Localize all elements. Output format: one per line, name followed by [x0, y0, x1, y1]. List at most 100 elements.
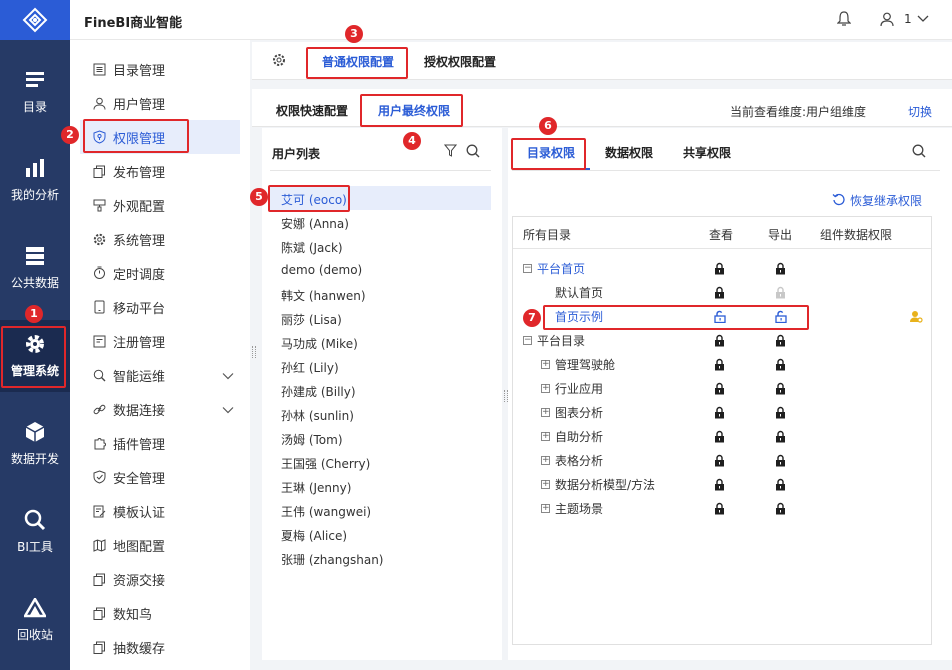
user-item[interactable]: 夏梅 (Alice)	[281, 527, 347, 544]
sidebar-item-schedule[interactable]: 定时调度	[80, 256, 240, 290]
user-item[interactable]: 孙红 (Lily)	[281, 359, 339, 376]
expand-icon[interactable]: +	[541, 384, 550, 393]
user-item[interactable]: 王伟 (wangwei)	[281, 503, 371, 520]
tab-share-permission[interactable]: 共享权限	[683, 144, 731, 161]
catalog-name[interactable]: 平台首页	[537, 257, 585, 281]
collapse-icon[interactable]: −	[523, 264, 532, 273]
tab-quick-config[interactable]: 权限快速配置	[276, 102, 348, 119]
view-lock-closed-icon[interactable]	[714, 478, 725, 494]
table-row[interactable]: + 主题场景	[513, 497, 931, 521]
expand-icon[interactable]: +	[541, 504, 550, 513]
export-lock-closed-icon[interactable]	[775, 406, 786, 422]
sidebar-item-publish-mgmt[interactable]: 发布管理	[80, 154, 240, 188]
user-item[interactable]: 陈斌 (Jack)	[281, 239, 343, 256]
view-lock-closed-icon[interactable]	[714, 286, 725, 302]
view-lock-closed-icon[interactable]	[714, 262, 725, 278]
sidebar-item-smart-ops[interactable]: 智能运维	[80, 358, 240, 392]
nav-item-public-data[interactable]: 公共数据	[0, 232, 70, 304]
nav-item-bi-tools[interactable]: BI工具	[0, 496, 70, 568]
switch-link[interactable]: 切换	[908, 103, 932, 120]
collapse-icon[interactable]: −	[523, 336, 532, 345]
search-icon[interactable]	[466, 144, 480, 161]
settings-gear-icon[interactable]	[272, 53, 286, 70]
sidebar-item-map-config[interactable]: 地图配置	[80, 528, 240, 562]
export-lock-closed-icon[interactable]	[775, 262, 786, 278]
catalog-name[interactable]: 图表分析	[555, 401, 603, 425]
view-lock-closed-icon[interactable]	[714, 502, 725, 518]
user-item[interactable]: 孙林 (sunlin)	[281, 407, 354, 424]
app-logo-icon[interactable]	[0, 0, 70, 40]
user-item[interactable]: 汤姆 (Tom)	[281, 431, 343, 448]
expand-icon[interactable]: +	[541, 408, 550, 417]
chevron-down-icon[interactable]	[222, 403, 234, 418]
nav-item-data-dev[interactable]: 数据开发	[0, 408, 70, 480]
nav-item-my-analysis[interactable]: 我的分析	[0, 144, 70, 216]
sidebar-item-template-cert[interactable]: 模板认证	[80, 494, 240, 528]
sidebar-item-extract-cache[interactable]: 抽数缓存	[80, 630, 240, 664]
user-item[interactable]: 安娜 (Anna)	[281, 215, 349, 232]
resize-handle[interactable]	[252, 346, 256, 358]
export-lock-closed-icon[interactable]	[775, 478, 786, 494]
user-name[interactable]: 1	[904, 12, 912, 26]
nav-item-catalog[interactable]: 目录	[0, 56, 70, 128]
view-lock-closed-icon[interactable]	[714, 406, 725, 422]
restore-inherit-button[interactable]: 恢复继承权限	[850, 192, 922, 209]
catalog-name[interactable]: 平台目录	[537, 329, 585, 353]
user-item[interactable]: 王国强 (Cherry)	[281, 455, 370, 472]
user-item[interactable]: 马功成 (Mike)	[281, 335, 358, 352]
view-lock-closed-icon[interactable]	[714, 454, 725, 470]
sidebar-item-register[interactable]: 注册管理	[80, 324, 240, 358]
sidebar-item-resource-handover[interactable]: 资源交接	[80, 562, 240, 596]
catalog-name[interactable]: 主题场景	[555, 497, 603, 521]
table-row[interactable]: + 图表分析	[513, 401, 931, 425]
table-row[interactable]: − 平台目录	[513, 329, 931, 353]
view-lock-closed-icon[interactable]	[714, 430, 725, 446]
expand-icon[interactable]: +	[541, 360, 550, 369]
user-item[interactable]: 韩文 (hanwen)	[281, 287, 366, 304]
user-item[interactable]: 孙建成 (Billy)	[281, 383, 356, 400]
filter-icon[interactable]	[443, 144, 458, 160]
expand-icon[interactable]: +	[541, 432, 550, 441]
user-item[interactable]: 丽莎 (Lisa)	[281, 311, 342, 328]
search-icon[interactable]	[912, 144, 926, 161]
catalog-name[interactable]: 自助分析	[555, 425, 603, 449]
expand-icon[interactable]: +	[541, 456, 550, 465]
sidebar-item-shuzhiniao[interactable]: 数知鸟	[80, 596, 240, 630]
table-row[interactable]: + 表格分析	[513, 449, 931, 473]
sidebar-item-data-connection[interactable]: 数据连接	[80, 392, 240, 426]
user-avatar-icon[interactable]	[880, 12, 894, 30]
sidebar-item-plugins[interactable]: 插件管理	[80, 426, 240, 460]
view-lock-closed-icon[interactable]	[714, 358, 725, 374]
export-lock-disabled-icon[interactable]	[775, 286, 786, 302]
table-row[interactable]: + 管理驾驶舱	[513, 353, 931, 377]
tab-data-permission[interactable]: 数据权限	[605, 144, 653, 161]
table-row[interactable]: + 数据分析模型/方法	[513, 473, 931, 497]
chevron-down-icon[interactable]	[222, 369, 234, 384]
user-item[interactable]: 张珊 (zhangshan)	[281, 551, 383, 568]
catalog-name[interactable]: 行业应用	[555, 377, 603, 401]
user-key-icon[interactable]	[909, 310, 923, 327]
user-item[interactable]: demo (demo)	[281, 263, 362, 277]
export-lock-closed-icon[interactable]	[775, 454, 786, 470]
tab-grant-permission[interactable]: 授权权限配置	[424, 53, 496, 70]
expand-icon[interactable]: +	[541, 480, 550, 489]
sidebar-item-catalog-mgmt[interactable]: 目录管理	[80, 52, 240, 86]
sidebar-item-user-mgmt[interactable]: 用户管理	[80, 86, 240, 120]
view-lock-closed-icon[interactable]	[714, 334, 725, 350]
catalog-name[interactable]: 数据分析模型/方法	[555, 473, 655, 497]
export-lock-closed-icon[interactable]	[775, 334, 786, 350]
export-lock-closed-icon[interactable]	[775, 502, 786, 518]
catalog-name[interactable]: 默认首页	[555, 281, 603, 305]
export-lock-closed-icon[interactable]	[775, 430, 786, 446]
restore-icon[interactable]	[832, 193, 845, 209]
catalog-name[interactable]: 管理驾驶舱	[555, 353, 615, 377]
table-row[interactable]: 默认首页	[513, 281, 931, 305]
sidebar-item-security[interactable]: 安全管理	[80, 460, 240, 494]
table-row[interactable]: − 平台首页	[513, 257, 931, 281]
bell-icon[interactable]	[836, 11, 852, 30]
catalog-name[interactable]: 表格分析	[555, 449, 603, 473]
sidebar-item-mobile[interactable]: 移动平台	[80, 290, 240, 324]
view-lock-closed-icon[interactable]	[714, 382, 725, 398]
nav-item-recycle-bin[interactable]: 回收站	[0, 584, 70, 656]
table-row[interactable]: + 行业应用	[513, 377, 931, 401]
